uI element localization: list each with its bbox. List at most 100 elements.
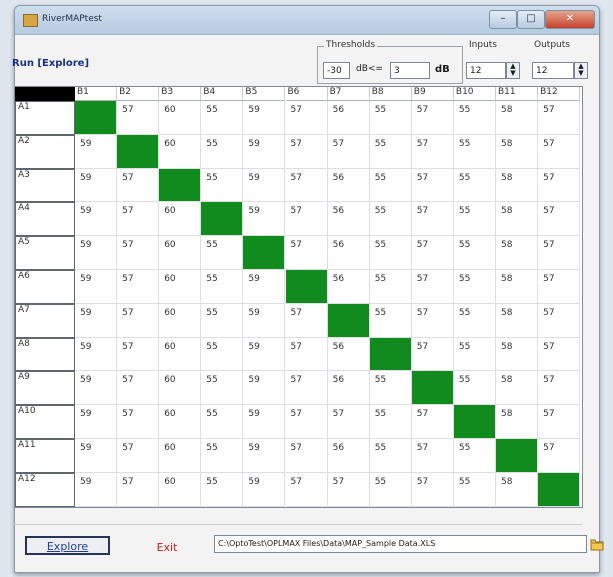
matrix-cell[interactable]: 60: [159, 472, 202, 507]
exit-button[interactable]: Exit: [132, 538, 202, 557]
matrix-cell[interactable]: 57: [411, 337, 454, 372]
matrix-cell[interactable]: 59: [75, 270, 118, 304]
matrix-cell[interactable]: 56: [327, 337, 370, 372]
matrix-cell[interactable]: 59: [243, 371, 286, 406]
column-header[interactable]: B11: [496, 87, 539, 101]
title-bar[interactable]: RiverMAPtest – □ ✕: [15, 6, 599, 35]
row-header[interactable]: A4: [15, 202, 75, 237]
matrix-cell[interactable]: 57: [117, 472, 160, 507]
matrix-cell[interactable]: 59: [243, 168, 286, 203]
matrix-cell[interactable]: 59: [75, 134, 118, 169]
row-header[interactable]: A10: [15, 405, 75, 439]
matrix-cell[interactable]: 55: [201, 371, 244, 406]
diagonal-cell[interactable]: [201, 202, 244, 237]
matrix-cell[interactable]: 57: [411, 236, 454, 270]
matrix-cell[interactable]: 57: [117, 439, 160, 473]
matrix-cell[interactable]: 57: [117, 303, 160, 338]
column-header[interactable]: B8: [369, 87, 412, 101]
matrix-cell[interactable]: 55: [369, 168, 412, 203]
outputs-down-icon[interactable]: ▼: [575, 70, 587, 77]
column-header[interactable]: B10: [453, 87, 496, 101]
matrix-cell[interactable]: 55: [369, 439, 412, 473]
diagonal-cell[interactable]: [538, 472, 581, 507]
matrix-cell[interactable]: 57: [411, 134, 454, 169]
matrix-cell[interactable]: 59: [75, 439, 118, 473]
close-button[interactable]: ✕: [545, 10, 595, 29]
matrix-cell[interactable]: 56: [327, 101, 370, 135]
matrix-cell[interactable]: 57: [538, 168, 581, 203]
matrix-cell[interactable]: 56: [327, 168, 370, 203]
matrix-cell[interactable]: 57: [117, 405, 160, 439]
matrix-cell[interactable]: 55: [369, 101, 412, 135]
matrix-cell[interactable]: 60: [159, 236, 202, 270]
matrix-cell[interactable]: 57: [117, 168, 160, 203]
row-header[interactable]: A2: [15, 134, 75, 169]
matrix-cell[interactable]: 59: [243, 303, 286, 338]
matrix-cell[interactable]: 58: [496, 168, 539, 203]
matrix-cell[interactable]: 55: [369, 472, 412, 507]
matrix-cell[interactable]: 57: [411, 439, 454, 473]
matrix-cell[interactable]: 57: [538, 371, 581, 406]
matrix-cell[interactable]: 59: [243, 472, 286, 507]
matrix-cell[interactable]: 57: [117, 236, 160, 270]
matrix-cell[interactable]: 59: [75, 371, 118, 406]
matrix-cell[interactable]: 60: [159, 371, 202, 406]
matrix-cell[interactable]: 55: [453, 371, 496, 406]
matrix-cell[interactable]: 55: [369, 236, 412, 270]
matrix-cell[interactable]: 57: [411, 202, 454, 237]
matrix-cell[interactable]: 56: [327, 371, 370, 406]
matrix-cell[interactable]: 55: [201, 270, 244, 304]
diagonal-cell[interactable]: [243, 236, 286, 270]
matrix-cell[interactable]: 57: [327, 472, 370, 507]
column-header[interactable]: B12: [538, 87, 581, 101]
matrix-cell[interactable]: 58: [496, 236, 539, 270]
matrix-cell[interactable]: 59: [75, 472, 118, 507]
diagonal-cell[interactable]: [285, 270, 328, 304]
matrix-cell[interactable]: 55: [453, 303, 496, 338]
matrix-cell[interactable]: 55: [201, 439, 244, 473]
matrix-cell[interactable]: 55: [201, 337, 244, 372]
matrix-cell[interactable]: 59: [243, 439, 286, 473]
minimize-button[interactable]: –: [489, 10, 517, 29]
matrix-cell[interactable]: 59: [243, 101, 286, 135]
matrix-cell[interactable]: 60: [159, 337, 202, 372]
matrix-cell[interactable]: 55: [453, 236, 496, 270]
matrix-cell[interactable]: 58: [496, 202, 539, 237]
matrix-cell[interactable]: 59: [243, 270, 286, 304]
row-header[interactable]: A1: [15, 101, 75, 135]
matrix-cell[interactable]: 58: [496, 405, 539, 439]
matrix-cell[interactable]: 57: [538, 337, 581, 372]
outputs-value[interactable]: 12: [532, 62, 574, 79]
row-header[interactable]: A6: [15, 270, 75, 304]
matrix-cell[interactable]: 57: [285, 472, 328, 507]
outputs-spinner[interactable]: ▲ ▼: [574, 62, 588, 79]
matrix-cell[interactable]: 59: [243, 405, 286, 439]
matrix-cell[interactable]: 57: [538, 270, 581, 304]
threshold-low-input[interactable]: -30: [323, 62, 350, 79]
matrix-cell[interactable]: 57: [117, 202, 160, 237]
diagonal-cell[interactable]: [496, 439, 539, 473]
matrix-cell[interactable]: 59: [75, 337, 118, 372]
matrix-cell[interactable]: 57: [285, 168, 328, 203]
matrix-cell[interactable]: 58: [496, 472, 539, 507]
diagonal-cell[interactable]: [369, 337, 412, 372]
matrix-cell[interactable]: 59: [243, 202, 286, 237]
explore-button[interactable]: Explore: [25, 536, 110, 555]
matrix-cell[interactable]: 57: [411, 168, 454, 203]
matrix-cell[interactable]: 55: [453, 337, 496, 372]
column-header[interactable]: B4: [201, 87, 244, 101]
row-header[interactable]: A9: [15, 371, 75, 406]
matrix-cell[interactable]: 57: [285, 371, 328, 406]
row-header[interactable]: A12: [15, 472, 75, 507]
row-header[interactable]: A5: [15, 236, 75, 270]
matrix-cell[interactable]: 55: [201, 134, 244, 169]
matrix-cell[interactable]: 57: [285, 303, 328, 338]
diagonal-cell[interactable]: [117, 134, 160, 169]
matrix-cell[interactable]: 59: [75, 202, 118, 237]
matrix-cell[interactable]: 59: [75, 303, 118, 338]
matrix-cell[interactable]: 60: [159, 439, 202, 473]
matrix-cell[interactable]: 57: [538, 405, 581, 439]
matrix-cell[interactable]: 57: [411, 270, 454, 304]
inputs-down-icon[interactable]: ▼: [507, 70, 519, 77]
matrix-cell[interactable]: 60: [159, 405, 202, 439]
